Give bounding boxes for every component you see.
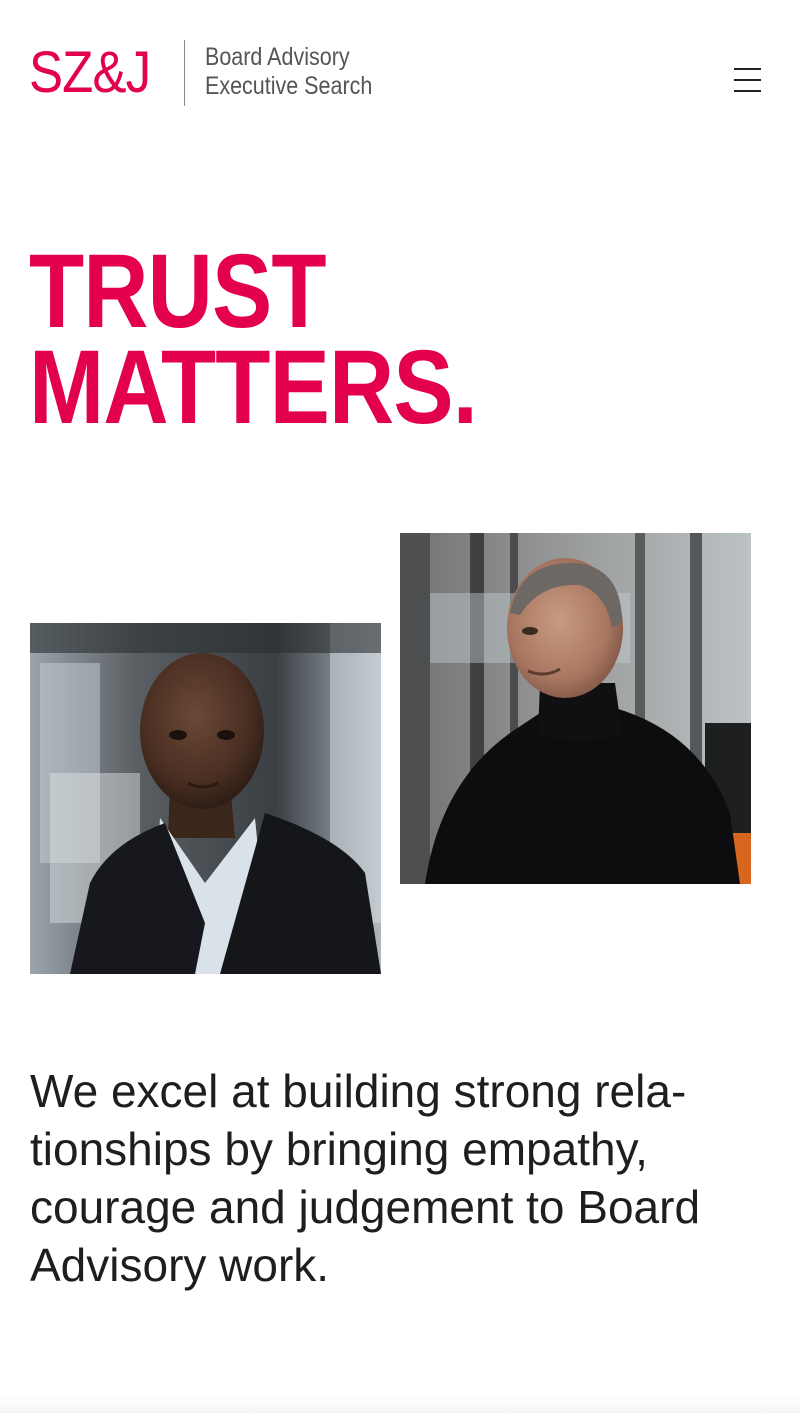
intro-line-3: courage and judgement to Board bbox=[30, 1181, 701, 1233]
hero-headline: TRUST MATTERS. bbox=[29, 233, 478, 446]
hamburger-menu-icon-bar bbox=[734, 90, 761, 92]
headline-line-1: TRUST bbox=[29, 233, 327, 350]
intro-line-1: We excel at building strong rela- bbox=[30, 1065, 687, 1117]
portrait-image bbox=[30, 623, 381, 974]
brand-logo[interactable]: SZ&J Board Advisory Executive Search bbox=[29, 38, 372, 108]
logo-divider bbox=[184, 40, 185, 106]
portrait-photo-right bbox=[400, 533, 751, 884]
logo-tagline: Board Advisory Executive Search bbox=[205, 43, 372, 101]
intro-line-2: tionships by bringing empathy, bbox=[30, 1123, 648, 1175]
site-header: SZ&J Board Advisory Executive Search bbox=[0, 0, 800, 150]
intro-line-4: Advisory work. bbox=[30, 1239, 330, 1291]
hamburger-menu-icon-bar bbox=[734, 79, 761, 81]
logo-wordmark: SZ&J bbox=[29, 40, 151, 105]
portrait-photo-left bbox=[30, 623, 381, 974]
tagline-line-2: Executive Search bbox=[205, 72, 373, 100]
intro-paragraph: We excel at building strong rela- tionsh… bbox=[30, 1062, 770, 1294]
hamburger-menu-icon bbox=[734, 68, 761, 70]
portrait-image bbox=[400, 533, 751, 884]
page-bottom-fade bbox=[0, 1395, 800, 1413]
tagline-line-1: Board Advisory bbox=[205, 43, 350, 71]
headline-line-2: MATTERS. bbox=[29, 329, 478, 446]
menu-button[interactable] bbox=[728, 62, 768, 100]
